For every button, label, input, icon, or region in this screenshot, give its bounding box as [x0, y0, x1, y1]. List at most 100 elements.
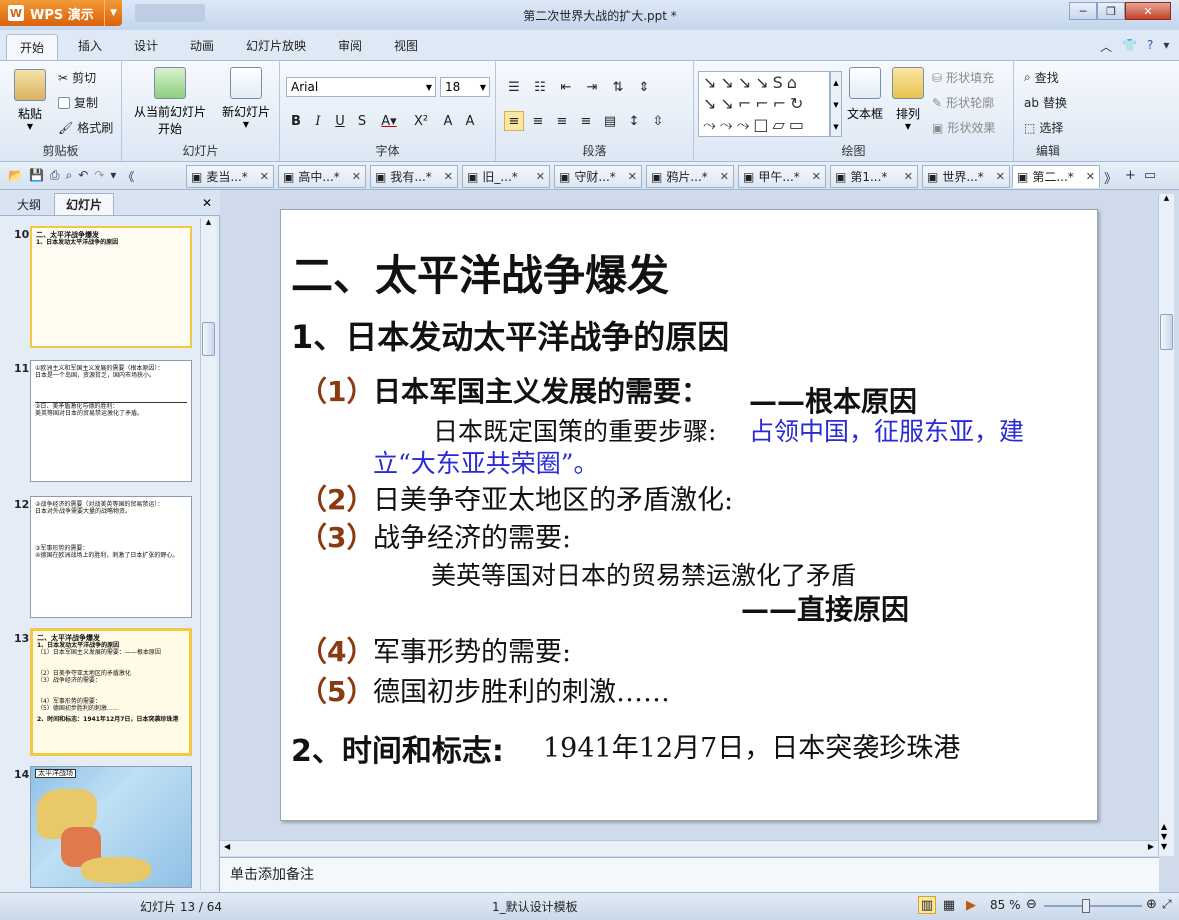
- play-from-current-button[interactable]: 从当前幻灯片 开始: [130, 67, 210, 137]
- shape-effect-button[interactable]: ▣ 形状效果: [932, 119, 995, 136]
- doc-tab[interactable]: ▣ 旧_...* ✕: [462, 165, 550, 188]
- tab-design[interactable]: 设计: [134, 37, 158, 54]
- restore-button[interactable]: ❐: [1097, 2, 1125, 20]
- tab-view[interactable]: 视图: [394, 37, 418, 54]
- tab-outline[interactable]: 大纲: [4, 193, 54, 215]
- close-tab-icon[interactable]: ✕: [444, 170, 453, 183]
- superscript-icon[interactable]: X²: [406, 111, 436, 131]
- bold-icon[interactable]: B: [286, 111, 306, 131]
- tab-review[interactable]: 审阅: [338, 37, 362, 54]
- tab-home[interactable]: 开始: [6, 34, 58, 60]
- doc-tab[interactable]: ▣ 第1...* ✕: [830, 165, 918, 188]
- print-icon[interactable]: ⎙: [50, 168, 60, 185]
- close-panel-icon[interactable]: ✕: [202, 196, 212, 210]
- chevron-down-icon[interactable]: ▼: [104, 0, 122, 26]
- close-tab-icon[interactable]: ✕: [260, 170, 269, 183]
- copy-button[interactable]: 复制: [58, 94, 98, 111]
- close-button[interactable]: ✕: [1125, 2, 1171, 20]
- slideshow-icon[interactable]: ▶: [962, 896, 980, 914]
- select-button[interactable]: ⬚ 选择: [1024, 119, 1063, 136]
- paragraph-spacing-icon[interactable]: ⇳: [648, 111, 668, 131]
- undo-icon[interactable]: ↶: [78, 168, 88, 185]
- format-painter-button[interactable]: 🖌 格式刷: [58, 119, 113, 136]
- panel-scrollbar[interactable]: ▲: [200, 218, 216, 890]
- shrink-font-icon[interactable]: A: [460, 111, 480, 131]
- zoom-out-icon[interactable]: ⊖: [1026, 897, 1037, 912]
- strikethrough-icon[interactable]: S: [352, 111, 372, 131]
- underline-icon[interactable]: U: [330, 111, 350, 131]
- slide-thumbnail-selected[interactable]: 二、太平洋战争爆发 1、日本发动太平洋战争的原因 （1）日本军国主义发展的需要：…: [30, 628, 192, 756]
- bullets-icon[interactable]: ☰: [504, 77, 524, 97]
- font-name-select[interactable]: Arial ▼: [286, 77, 436, 97]
- wps-menu-button[interactable]: W WPS 演示 ▼: [0, 0, 122, 26]
- tab-slides[interactable]: 幻灯片: [54, 193, 114, 215]
- customize-icon[interactable]: ▾: [110, 168, 116, 185]
- increase-indent-icon[interactable]: ⇥: [582, 77, 602, 97]
- line-spacing-icon[interactable]: ↕: [624, 111, 644, 131]
- close-tab-icon[interactable]: ✕: [1086, 170, 1095, 183]
- tab-slideshow[interactable]: 幻灯片放映: [246, 37, 306, 54]
- tab-animation[interactable]: 动画: [190, 37, 214, 54]
- arrange-button[interactable]: 排列 ▼: [888, 67, 928, 131]
- options-icon[interactable]: ▾: [1163, 38, 1169, 55]
- tab-list-icon[interactable]: ▭: [1144, 168, 1156, 187]
- font-size-select[interactable]: 18 ▼: [440, 77, 490, 97]
- open-icon[interactable]: 📂: [8, 168, 23, 185]
- paste-button[interactable]: 粘贴 ▼: [14, 69, 46, 131]
- slide-thumbnail[interactable]: ②战争经济的需要（对战美英等国的贸易禁运）： 日本对外战争需要大量的战略物资。 …: [30, 496, 192, 618]
- close-tab-icon[interactable]: ✕: [720, 170, 729, 183]
- text-direction-icon[interactable]: ⇅: [608, 77, 628, 97]
- save-icon[interactable]: 💾: [29, 168, 44, 185]
- main-horizontal-scrollbar[interactable]: ◀ ▶: [220, 840, 1158, 856]
- close-tab-icon[interactable]: ✕: [812, 170, 821, 183]
- cut-button[interactable]: ✂ 剪切: [58, 69, 96, 86]
- align-text-icon[interactable]: ⇕: [634, 77, 654, 97]
- shape-fill-button[interactable]: ⛁ 形状填充: [932, 69, 994, 86]
- replace-button[interactable]: ab 替换: [1024, 94, 1067, 111]
- close-tab-icon[interactable]: ✕: [904, 170, 913, 183]
- find-button[interactable]: ⌕ 查找: [1024, 69, 1059, 86]
- collapse-ribbon-icon[interactable]: ︿: [1100, 38, 1112, 55]
- zoom-in-icon[interactable]: ⊕: [1146, 897, 1157, 912]
- slide-sorter-icon[interactable]: ▦: [940, 896, 958, 914]
- tab-insert[interactable]: 插入: [78, 37, 102, 54]
- doc-tab[interactable]: ▣ 甲午...* ✕: [738, 165, 826, 188]
- slide-thumbnail[interactable]: 二、太平洋战争爆发 1、日本发动太平洋战争的原因: [30, 226, 192, 348]
- font-color-icon[interactable]: A▾: [374, 111, 404, 131]
- italic-icon[interactable]: I: [308, 111, 328, 131]
- align-right-icon[interactable]: ≡: [552, 111, 572, 131]
- minimize-button[interactable]: ─: [1069, 2, 1097, 20]
- textbox-button[interactable]: 文本框: [844, 67, 886, 122]
- shape-outline-button[interactable]: ✎ 形状轮廓: [932, 94, 994, 111]
- normal-view-icon[interactable]: ▥: [918, 896, 936, 914]
- slide-thumbnail[interactable]: ①欧洲主义和军国主义发展的需要（根本原因）： 日本是一个岛国，资源贫乏，国内市场…: [30, 360, 192, 482]
- align-center-icon[interactable]: ≡: [528, 111, 548, 131]
- tabs-left-icon[interactable]: 《: [122, 168, 134, 185]
- main-vertical-scrollbar[interactable]: ▲ ▲ ▼ ▼: [1158, 194, 1174, 856]
- align-left-icon[interactable]: ≡: [504, 111, 524, 131]
- print-preview-icon[interactable]: ⌕: [66, 168, 73, 185]
- doc-tab[interactable]: ▣ 鸦片...* ✕: [646, 165, 734, 188]
- notes-pane[interactable]: 单击添加备注: [220, 857, 1159, 892]
- justify-icon[interactable]: ≡: [576, 111, 596, 131]
- doc-tab[interactable]: ▣ 世界...* ✕: [922, 165, 1010, 188]
- doc-tab[interactable]: ▣ 我有...* ✕: [370, 165, 458, 188]
- doc-tab[interactable]: ▣ 高中...* ✕: [278, 165, 366, 188]
- new-slide-button[interactable]: 新幻灯片 ▼: [218, 67, 274, 129]
- distribute-icon[interactable]: ▤: [600, 111, 620, 131]
- decrease-indent-icon[interactable]: ⇤: [556, 77, 576, 97]
- close-tab-icon[interactable]: ✕: [536, 170, 545, 183]
- fit-window-icon[interactable]: ⤢: [1162, 897, 1172, 912]
- doc-tab[interactable]: ▣ 守财...* ✕: [554, 165, 642, 188]
- tabs-right-icon[interactable]: 》: [1104, 168, 1117, 187]
- doc-tab-active[interactable]: ▣ 第二...* ✕: [1012, 165, 1100, 188]
- slide-canvas[interactable]: 二、太平洋战争爆发 1、日本发动太平洋战争的原因 （1） 日本军国主义发展的需要…: [280, 209, 1098, 821]
- zoom-slider-thumb[interactable]: [1082, 899, 1090, 913]
- redo-icon[interactable]: ↷: [94, 168, 104, 185]
- gallery-scroll[interactable]: ▲ ▼ ▼: [830, 71, 842, 137]
- shape-gallery[interactable]: ↘↘↘↘S⌂ ↘↘⌐⌐⌐↻ ⤳⤳⤳□▱▭: [698, 71, 830, 137]
- new-tab-icon[interactable]: +: [1125, 168, 1136, 187]
- zoom-slider[interactable]: [1044, 905, 1142, 907]
- close-tab-icon[interactable]: ✕: [996, 170, 1005, 183]
- slide-thumbnail[interactable]: 太平洋战场: [30, 766, 192, 888]
